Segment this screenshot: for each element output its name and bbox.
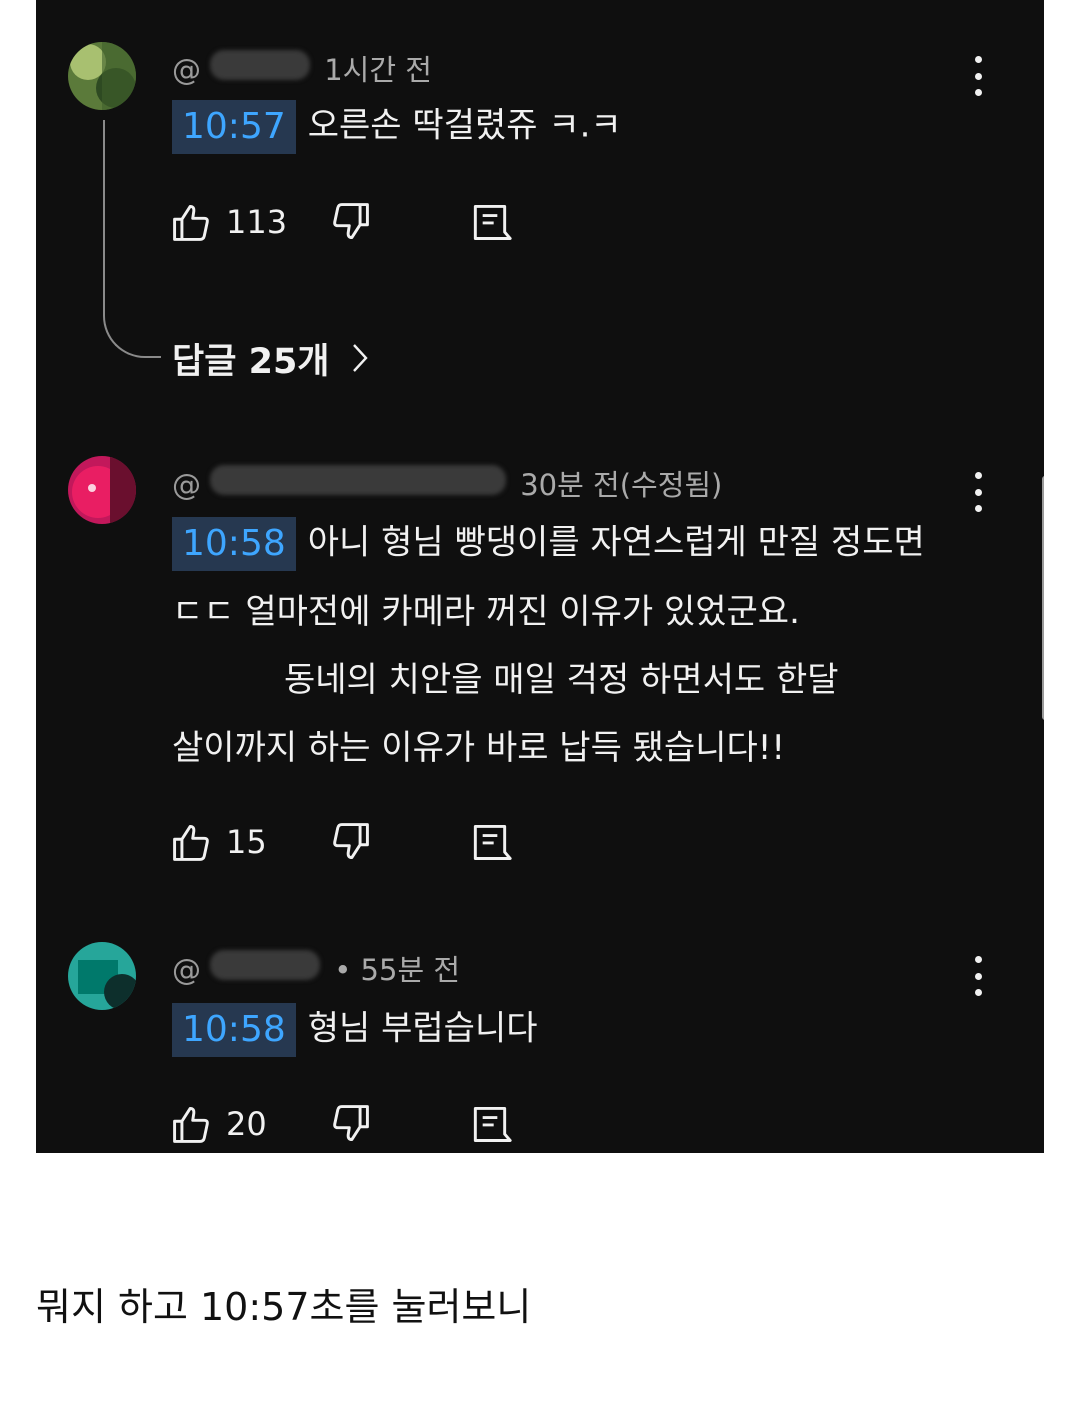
author-handle[interactable]: @: [172, 464, 507, 502]
thumbs-down-icon: [333, 203, 369, 240]
reply-icon: [473, 824, 512, 860]
reply-thread-line: [103, 120, 161, 358]
thumbs-down-icon: [333, 1105, 369, 1142]
thumbs-up-icon: [173, 824, 209, 861]
more-vert-icon[interactable]: [964, 56, 992, 96]
comment-time: • 55분 전: [334, 953, 461, 987]
avatar[interactable]: [68, 42, 136, 110]
comment-text: 10:58 아니 형님 빵댕이를 자연스럽게 만질 정도면: [172, 517, 925, 571]
author-handle[interactable]: @: [172, 949, 321, 987]
like-button[interactable]: 15: [170, 818, 267, 866]
redacted-handle: [210, 464, 507, 495]
post-caption: 뭐지 하고 10:57초를 눌러보니: [36, 1285, 532, 1329]
comment-meta: @ 1시간 전: [172, 48, 432, 88]
comment-text: 10:58 형님 부럽습니다: [172, 1003, 538, 1057]
comment-time: 30분 전(수정됨): [520, 468, 723, 502]
comment-line: 오른손 딱걸렸쥬 ㅋ.ㅋ: [307, 105, 622, 146]
comment-line: 형님 부럽습니다: [307, 1008, 538, 1049]
redacted-handle: [210, 49, 311, 80]
thumbs-up-icon: [173, 1106, 209, 1143]
view-replies-button[interactable]: 답글 25개: [172, 334, 372, 382]
dislike-button[interactable]: [328, 198, 372, 246]
comment-meta: @ • 55분 전: [172, 948, 460, 988]
comment-time: 1시간 전: [324, 53, 432, 87]
comment-line: 동네의 치안을 매일 걱정 하면서도 한달: [284, 660, 839, 700]
reply-button[interactable]: [468, 1100, 512, 1148]
like-count: 113: [226, 203, 288, 241]
comments-screenshot: @ 1시간 전 10:57 오른손 딱걸렸쥬 ㅋ.ㅋ 113 답글 25개 @ …: [36, 0, 1044, 1153]
comment-line: ㄷㄷ 얼마전에 카메라 꺼진 이유가 있었군요.: [172, 592, 800, 632]
like-button[interactable]: 113: [170, 198, 287, 246]
timestamp-link[interactable]: 10:57: [172, 100, 296, 154]
more-vert-icon[interactable]: [964, 472, 992, 512]
thumbs-down-icon: [333, 823, 369, 860]
reply-icon: [473, 204, 512, 240]
like-count: 15: [226, 823, 267, 861]
like-button[interactable]: 20: [170, 1100, 267, 1148]
reply-button[interactable]: [468, 818, 512, 866]
timestamp-link[interactable]: 10:58: [172, 517, 296, 571]
thumbs-up-icon: [173, 204, 209, 241]
dislike-button[interactable]: [328, 818, 372, 866]
like-count: 20: [226, 1105, 267, 1143]
reply-icon: [473, 1106, 512, 1142]
scrollbar-thumb[interactable]: [1042, 476, 1044, 720]
avatar[interactable]: [68, 456, 136, 524]
comment-text: 10:57 오른손 딱걸렸쥬 ㅋ.ㅋ: [172, 100, 622, 154]
redacted-handle: [210, 949, 321, 980]
chevron-right-icon: [352, 344, 368, 372]
comment-line: 살이까지 하는 이유가 바로 납득 됐습니다!!: [172, 728, 786, 768]
author-handle[interactable]: @: [172, 49, 311, 87]
replies-label: 답글 25개: [172, 341, 330, 382]
avatar[interactable]: [68, 942, 136, 1010]
reply-button[interactable]: [468, 198, 512, 246]
dislike-button[interactable]: [328, 1100, 372, 1148]
comment-meta: @ 30분 전(수정됨): [172, 463, 722, 503]
more-vert-icon[interactable]: [964, 956, 992, 996]
timestamp-link[interactable]: 10:58: [172, 1003, 296, 1057]
comment-line: 아니 형님 빵댕이를 자연스럽게 만질 정도면: [307, 522, 925, 563]
